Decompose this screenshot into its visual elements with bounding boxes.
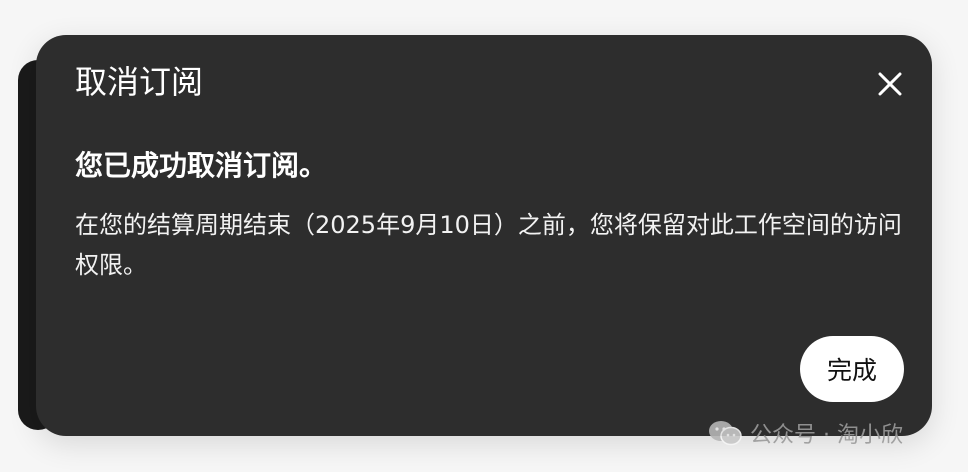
cancel-subscription-dialog: 取消订阅 您已成功取消订阅。 在您的结算周期结束（2025年9月10日）之前，您… xyxy=(36,35,932,436)
watermark-text: 公众号 · 淘小欣 xyxy=(750,423,903,448)
watermark: 公众号 · 淘小欣 xyxy=(708,418,903,448)
dialog-title: 取消订阅 xyxy=(75,63,204,101)
billing-message: 在您的结算周期结束（2025年9月10日）之前，您将保留对此工作空间的访问权限。 xyxy=(75,211,902,279)
close-button[interactable] xyxy=(872,66,908,102)
close-icon xyxy=(878,72,902,96)
success-heading: 您已成功取消订阅。 xyxy=(75,149,328,182)
wechat-icon xyxy=(709,421,742,446)
done-button[interactable]: 完成 xyxy=(800,336,904,402)
